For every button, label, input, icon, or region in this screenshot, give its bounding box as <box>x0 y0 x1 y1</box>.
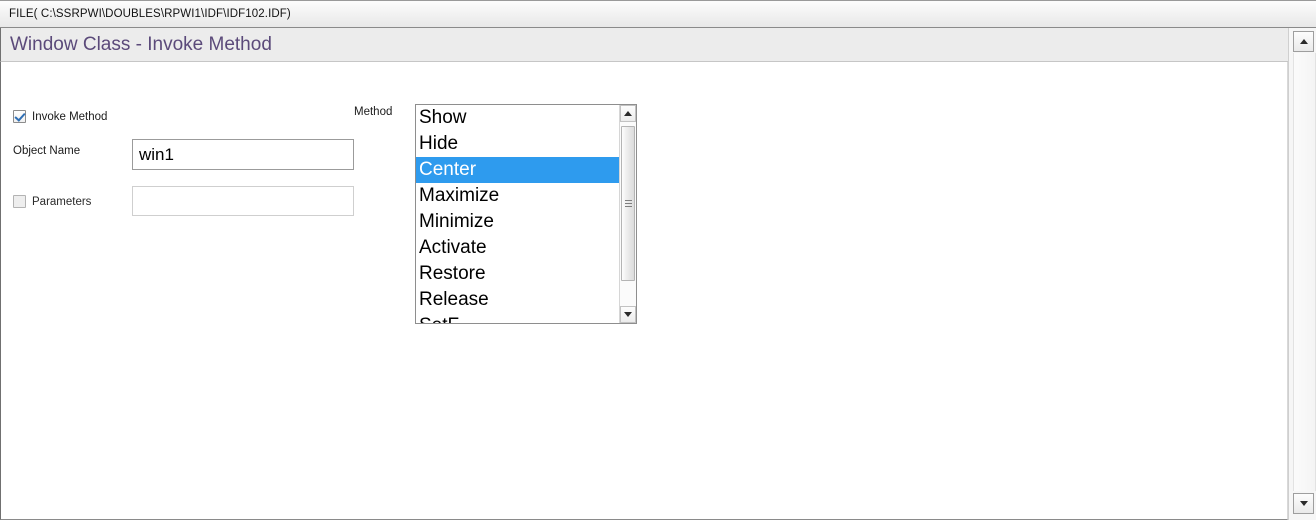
parameters-checkbox[interactable] <box>13 195 26 208</box>
file-path-text: FILE( C:\SSRPWI\DOUBLES\RPWI1\IDF\IDF102… <box>9 8 291 20</box>
list-item[interactable]: SetF <box>416 313 619 323</box>
method-list-scroll-thumb[interactable] <box>621 126 635 281</box>
invoke-method-checkbox[interactable] <box>13 110 26 123</box>
invoke-method-label: Invoke Method <box>32 110 108 123</box>
arrow-up-icon <box>1299 39 1308 44</box>
method-listbox[interactable]: Show Hide Center Maximize Minimize Activ… <box>415 104 637 324</box>
window-scroll-down-button[interactable] <box>1293 493 1314 514</box>
parameters-input[interactable] <box>132 186 354 216</box>
list-item[interactable]: Release <box>416 287 619 313</box>
arrow-down-icon <box>624 312 632 317</box>
list-item[interactable]: Activate <box>416 235 619 261</box>
method-list-scrollbar[interactable] <box>619 105 636 323</box>
object-name-label: Object Name <box>13 145 81 157</box>
list-item[interactable]: Hide <box>416 131 619 157</box>
list-item-selected[interactable]: Center <box>416 157 619 183</box>
list-item[interactable]: Maximize <box>416 183 619 209</box>
parameters-checkbox-row[interactable]: Parameters <box>13 195 91 208</box>
invoke-method-checkbox-row[interactable]: Invoke Method <box>13 110 107 123</box>
main-window: Window Class - Invoke Method Invoke Meth… <box>0 28 1316 520</box>
form-client-area: Invoke Method Object Name Parameters Met… <box>0 62 1288 520</box>
list-item[interactable]: Minimize <box>416 209 619 235</box>
arrow-down-icon <box>1299 501 1308 506</box>
method-list[interactable]: Show Hide Center Maximize Minimize Activ… <box>416 105 619 323</box>
file-path-bar: FILE( C:\SSRPWI\DOUBLES\RPWI1\IDF\IDF102… <box>0 0 1316 28</box>
method-label: Method <box>354 106 393 118</box>
scroll-grip-icon <box>624 200 632 207</box>
page-title: Window Class - Invoke Method <box>10 33 272 55</box>
method-list-scroll-up-button[interactable] <box>620 105 636 122</box>
page-header: Window Class - Invoke Method <box>0 28 1288 62</box>
window-scroll-up-button[interactable] <box>1293 31 1314 52</box>
method-list-scroll-down-button[interactable] <box>620 306 636 323</box>
window-scroll-track[interactable] <box>1293 53 1316 491</box>
parameters-label: Parameters <box>32 195 92 208</box>
list-item[interactable]: Restore <box>416 261 619 287</box>
object-name-input[interactable] <box>132 139 354 170</box>
arrow-up-icon <box>624 111 632 116</box>
window-scrollbar[interactable] <box>1288 28 1316 520</box>
list-item[interactable]: Show <box>416 105 619 131</box>
method-list-scroll-track[interactable] <box>620 122 636 306</box>
